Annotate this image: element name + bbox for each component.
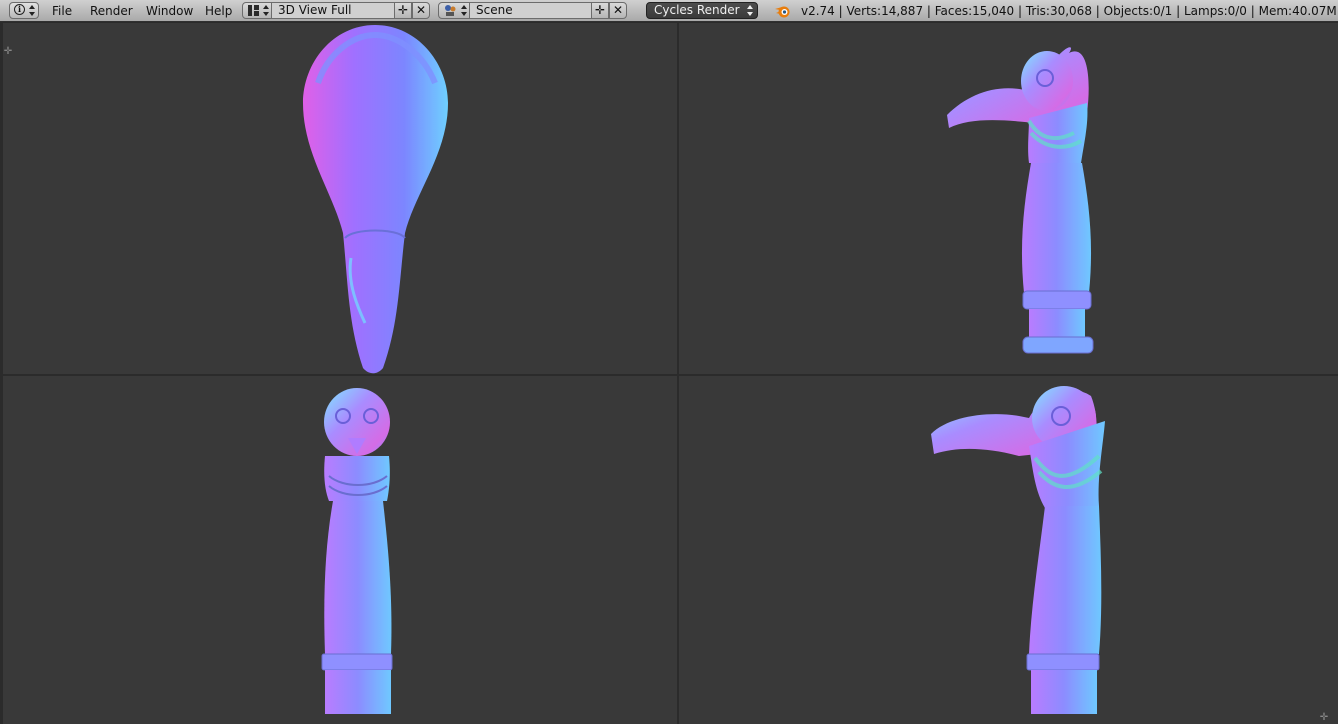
menu-window[interactable]: Window (146, 4, 193, 18)
menu-render[interactable]: Render (90, 4, 133, 18)
render-engine-label: Cycles Render (654, 3, 740, 17)
remove-scene-button[interactable]: ✕ (609, 2, 627, 19)
mesh-right-view (947, 47, 1094, 354)
updown-arrows-icon (747, 5, 753, 16)
editor-type-selector[interactable]: i (9, 2, 39, 19)
screen-layout-name: 3D View Full (278, 3, 352, 17)
scene-name: Scene (476, 3, 513, 17)
add-scene-button[interactable]: ✛ (591, 2, 609, 19)
render-engine-selector[interactable]: Cycles Render (646, 2, 758, 19)
mesh-front-view (321, 388, 393, 714)
viewport-right-view[interactable] (679, 23, 1338, 374)
remove-screen-button[interactable]: ✕ (412, 2, 430, 19)
viewport-side-view[interactable]: ✛ (679, 376, 1338, 724)
mesh-top-view (303, 25, 448, 374)
menu-help[interactable]: Help (205, 4, 232, 18)
menu-file[interactable]: File (52, 4, 72, 18)
scene-selector[interactable] (438, 2, 470, 19)
remove-icon: ✕ (415, 3, 427, 17)
updown-arrows-icon (29, 5, 35, 16)
remove-icon: ✕ (612, 3, 624, 17)
screen-layout-icon (248, 5, 259, 16)
screen-layout-name-field[interactable]: 3D View Full (272, 2, 394, 19)
scene-name-field[interactable]: Scene (470, 2, 591, 19)
blender-logo-icon (775, 6, 790, 18)
updown-arrows-icon (461, 5, 467, 16)
screen-layout-selector[interactable] (242, 2, 272, 19)
mesh-side-view (931, 386, 1105, 714)
updown-arrows-icon (263, 5, 269, 16)
info-header: i File Render Window Help 3D View Full ✛… (0, 0, 1338, 22)
add-screen-button[interactable]: ✛ (394, 2, 412, 19)
add-icon: ✛ (397, 3, 409, 17)
info-icon: i (14, 4, 25, 15)
scene-icon (445, 5, 456, 16)
scene-statistics: v2.74 | Verts:14,887 | Faces:15,040 | Tr… (801, 4, 1338, 18)
viewport-top-view[interactable]: ✛ (3, 23, 677, 374)
add-icon: ✛ (594, 3, 606, 17)
viewport-front-view[interactable] (3, 376, 677, 724)
